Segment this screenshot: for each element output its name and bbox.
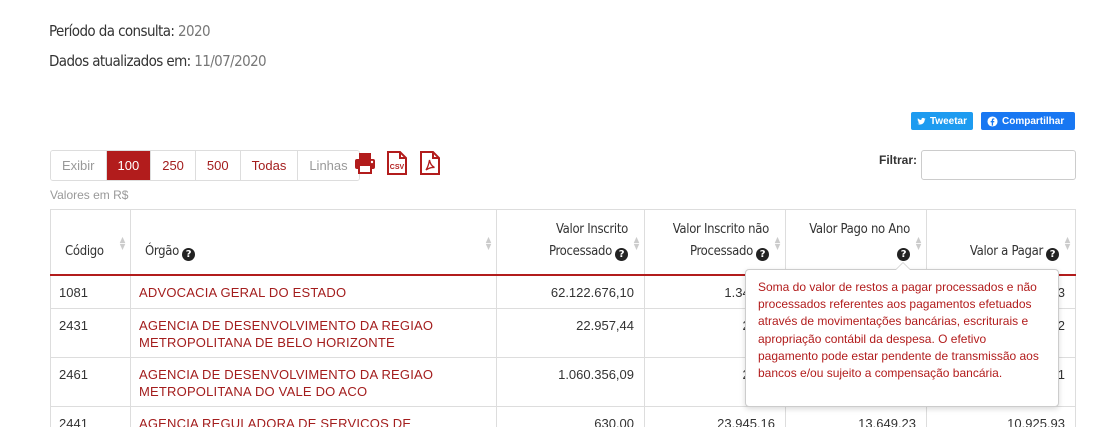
sort-icon: ▲ ▼ [774,235,781,251]
org-line2: METROPOLITANA DE BELO HORIZONTE [139,335,395,350]
column-header-label: Valor a Pagar [969,243,1043,259]
updated-label: Dados atualizados em: [49,52,191,70]
cell-inscrito-nao-processado: 23.945,16 [644,406,786,427]
column-header-label: Código [65,243,104,259]
print-icon[interactable] [352,150,378,181]
column-header-line2: Processado [548,243,612,259]
table-header-row: Código ▲ ▼ Órgão? ▲ ▼ Valor Inscrito Proce… [50,209,1076,276]
help-icon[interactable]: ? [897,247,910,261]
sort-icon: ▲ ▼ [119,235,126,251]
sort-icon: ▲ ▼ [485,235,492,251]
cell-org-link[interactable]: AGENCIA DE DESENVOLVIMENTO DA REGIAO METR… [130,357,497,407]
csv-text: CSV [390,164,405,171]
page-size-all[interactable]: Todas [240,151,299,180]
currency-note: Valores em R$ [50,188,129,202]
tweet-button[interactable]: Tweetar [911,112,973,130]
page-size-selector: Exibir 100 250 500 Todas Linhas [50,150,360,181]
org-line2: METROPOLITANA DO VALE DO ACO [139,384,368,399]
cell-inscrito-processado: 22.957,44 [496,308,645,358]
cell-code: 1081 [50,274,131,309]
column-header-inscrito-nao-processado[interactable]: Valor Inscrito não Processado? ▲ ▼ [644,209,786,276]
column-header-line2: Processado [689,243,753,259]
org-line1: AGENCIA DE DESENVOLVIMENTO DA REGIAO [139,367,434,382]
help-icon[interactable]: ? [756,247,769,261]
column-header-label: Órgão [145,243,180,259]
org-line1: AGENCIA REGULADORA DE SERVICOS DE [139,416,412,427]
column-header-code[interactable]: Código ▲ ▼ [50,209,131,276]
column-header-line1: Valor Pago no Ano [809,221,910,237]
cell-org-link[interactable]: AGENCIA DE DESENVOLVIMENTO DA REGIAO METR… [130,308,497,358]
filter-input[interactable] [921,150,1076,180]
cell-inscrito-processado: 62.122.676,10 [496,274,645,309]
sort-icon: ▲ ▼ [915,235,922,251]
share-button[interactable]: Compartilhar [981,112,1075,130]
cell-code: 2441 [50,406,131,427]
cell-code: 2431 [50,308,131,358]
cell-inscrito-processado: 1.060.356,09 [496,357,645,407]
column-header-inscrito-processado[interactable]: Valor Inscrito Processado? ▲ ▼ [496,209,645,276]
page-size-500[interactable]: 500 [195,151,241,180]
updated-info: Dados atualizados em: 11/07/2020 [49,52,267,70]
table-row: 2441 AGENCIA REGULADORA DE SERVICOS DE 6… [50,406,1076,427]
help-icon[interactable]: ? [615,247,628,261]
csv-icon[interactable]: CSV [385,150,409,181]
rows-label: Linhas [298,151,359,180]
help-tooltip: Soma do valor de restos a pagar processa… [745,262,1059,407]
page-size-100[interactable]: 100 [106,151,152,180]
org-line1: ADVOCACIA GERAL DO ESTADO [139,284,347,300]
tweet-label: Tweetar [929,115,967,127]
period-info: Período da consulta: 2020 [49,22,211,40]
column-header-a-pagar[interactable]: Valor a Pagar? ▲ ▼ [926,209,1076,276]
updated-value: 11/07/2020 [194,52,267,70]
cell-org-link[interactable]: AGENCIA REGULADORA DE SERVICOS DE [130,406,497,427]
period-label: Período da consulta: [49,22,175,40]
help-icon[interactable]: ? [182,247,196,261]
cell-pago: 13.649,23 [785,406,927,427]
period-value: 2020 [178,22,211,40]
help-icon[interactable]: ? [1046,247,1059,261]
cell-inscrito-processado: 630,00 [496,406,645,427]
column-header-line1: Valor Inscrito não [672,221,770,237]
column-header-line1: Valor Inscrito [555,221,628,237]
filter-label: Filtrar: [879,153,918,167]
pdf-icon[interactable] [418,150,442,181]
sort-icon: ▲ ▼ [1064,235,1071,251]
cell-a-pagar: 10.925,93 [926,406,1076,427]
page-size-250[interactable]: 250 [151,151,196,180]
twitter-icon [917,117,926,125]
sort-icon: ▲ ▼ [633,235,640,251]
share-label: Compartilhar [1002,115,1065,127]
cell-org-link[interactable]: ADVOCACIA GERAL DO ESTADO [130,274,497,309]
org-line1: AGENCIA DE DESENVOLVIMENTO DA REGIAO [139,318,434,333]
show-label: Exibir [51,151,107,180]
column-header-org[interactable]: Órgão? ▲ ▼ [130,209,497,276]
cell-code: 2461 [50,357,131,407]
facebook-icon [987,115,998,127]
